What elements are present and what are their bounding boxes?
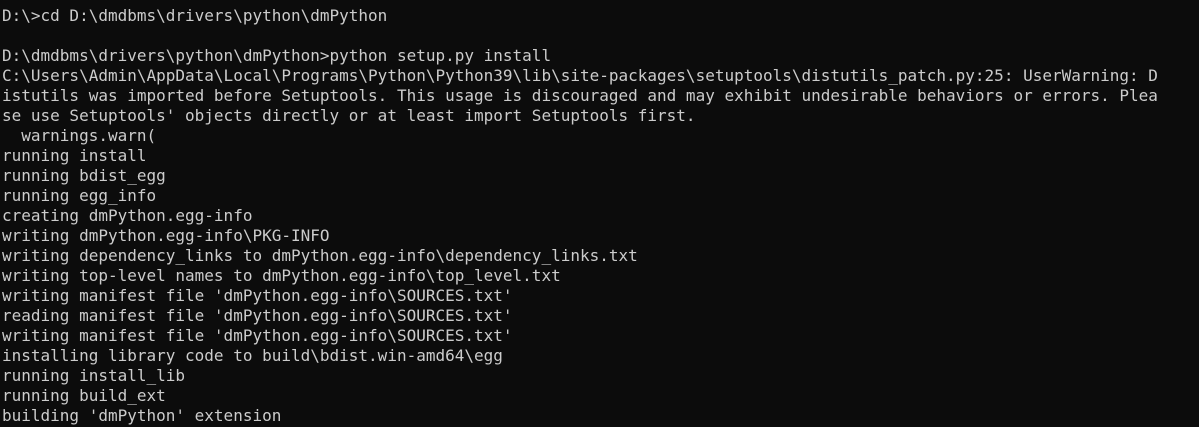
console-line: running bdist_egg [2,166,166,185]
console-line: writing dependency_links to dmPython.egg… [2,246,638,265]
console-line: istutils was imported before Setuptools.… [2,86,1158,105]
console-line: building 'dmPython' extension [2,406,282,425]
console-line: installing library code to build\bdist.w… [2,346,503,365]
console-line: running egg_info [2,186,157,205]
console-line: writing manifest file 'dmPython.egg-info… [2,326,513,345]
console-line: C:\Users\Admin\AppData\Local\Programs\Py… [2,66,1158,85]
console-line: reading manifest file 'dmPython.egg-info… [2,306,513,325]
console-line: D:\>cd D:\dmdbms\drivers\python\dmPython [2,6,388,25]
console-line: se use Setuptools' objects directly or a… [2,106,696,125]
terminal-output[interactable]: D:\>cd D:\dmdbms\drivers\python\dmPython… [0,0,1199,427]
console-line: writing manifest file 'dmPython.egg-info… [2,286,513,305]
console-line: running install_lib [2,366,186,385]
console-line: running build_ext [2,386,166,405]
console-line: running install [2,146,147,165]
console-line: writing top-level names to dmPython.egg-… [2,266,561,285]
console-line: warnings.warn( [2,126,157,145]
console-line: D:\dmdbms\drivers\python\dmPython>python… [2,46,552,65]
console-line: writing dmPython.egg-info\PKG-INFO [2,226,330,245]
console-line: creating dmPython.egg-info [2,206,253,225]
